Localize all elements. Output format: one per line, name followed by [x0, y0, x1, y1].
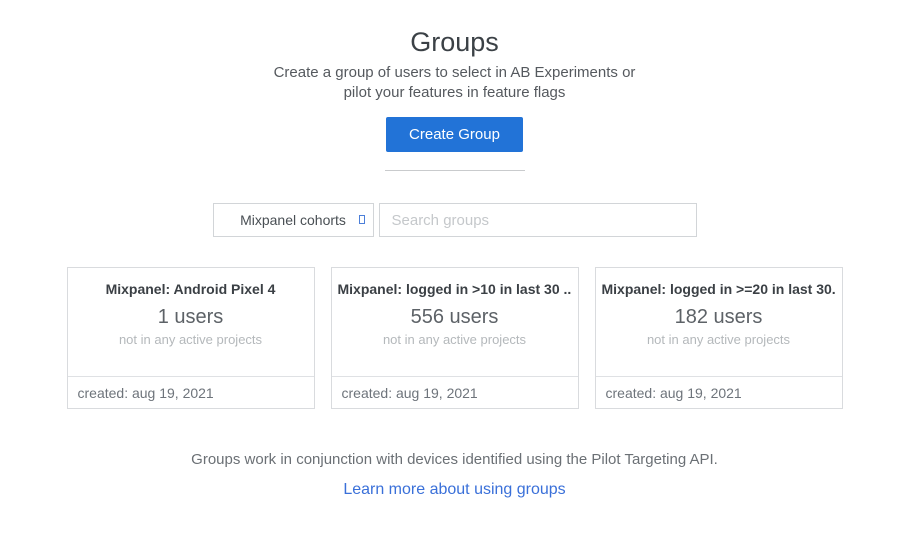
- group-cards-row: Mixpanel: Android Pixel 4 1 users not in…: [0, 267, 909, 409]
- page-subtitle: Create a group of users to select in AB …: [0, 63, 909, 103]
- group-card-created: created: aug 19, 2021: [68, 376, 314, 408]
- group-card-title: Mixpanel: logged in >=20 in last 30...: [602, 281, 836, 297]
- group-card-body: Mixpanel: Android Pixel 4 1 users not in…: [68, 268, 314, 376]
- footer-link-row: Learn more about using groups: [0, 481, 909, 499]
- group-card-title: Mixpanel: Android Pixel 4: [74, 281, 308, 297]
- header-divider: [385, 170, 525, 171]
- create-group-button[interactable]: Create Group: [386, 117, 523, 152]
- group-card-project-status: not in any active projects: [74, 332, 308, 347]
- group-card[interactable]: Mixpanel: Android Pixel 4 1 users not in…: [67, 267, 315, 409]
- groups-page: Groups Create a group of users to select…: [0, 0, 909, 558]
- dropdown-indicator-icon: [359, 215, 365, 224]
- group-card-project-status: not in any active projects: [338, 332, 572, 347]
- group-card-body: Mixpanel: logged in >10 in last 30 ... 5…: [332, 268, 578, 376]
- search-groups-input[interactable]: [379, 203, 697, 237]
- subtitle-line-1: Create a group of users to select in AB …: [0, 63, 909, 83]
- group-card-project-status: not in any active projects: [602, 332, 836, 347]
- group-card-created: created: aug 19, 2021: [596, 376, 842, 408]
- group-card-title: Mixpanel: logged in >10 in last 30 ...: [338, 281, 572, 297]
- subtitle-line-2: pilot your features in feature flags: [0, 83, 909, 103]
- group-card-users-count: 556 users: [338, 306, 572, 329]
- filter-controls: Mixpanel cohorts: [0, 203, 909, 237]
- footer-note: Groups work in conjunction with devices …: [0, 451, 909, 468]
- group-card-created: created: aug 19, 2021: [332, 376, 578, 408]
- group-card[interactable]: Mixpanel: logged in >10 in last 30 ... 5…: [331, 267, 579, 409]
- group-card-body: Mixpanel: logged in >=20 in last 30... 1…: [596, 268, 842, 376]
- cohort-source-dropdown[interactable]: Mixpanel cohorts: [213, 203, 374, 237]
- group-card[interactable]: Mixpanel: logged in >=20 in last 30... 1…: [595, 267, 843, 409]
- group-card-users-count: 182 users: [602, 306, 836, 329]
- cohort-source-dropdown-value: Mixpanel cohorts: [240, 212, 346, 228]
- page-title: Groups: [0, 0, 909, 58]
- group-card-users-count: 1 users: [74, 306, 308, 329]
- learn-more-link[interactable]: Learn more about using groups: [343, 481, 565, 498]
